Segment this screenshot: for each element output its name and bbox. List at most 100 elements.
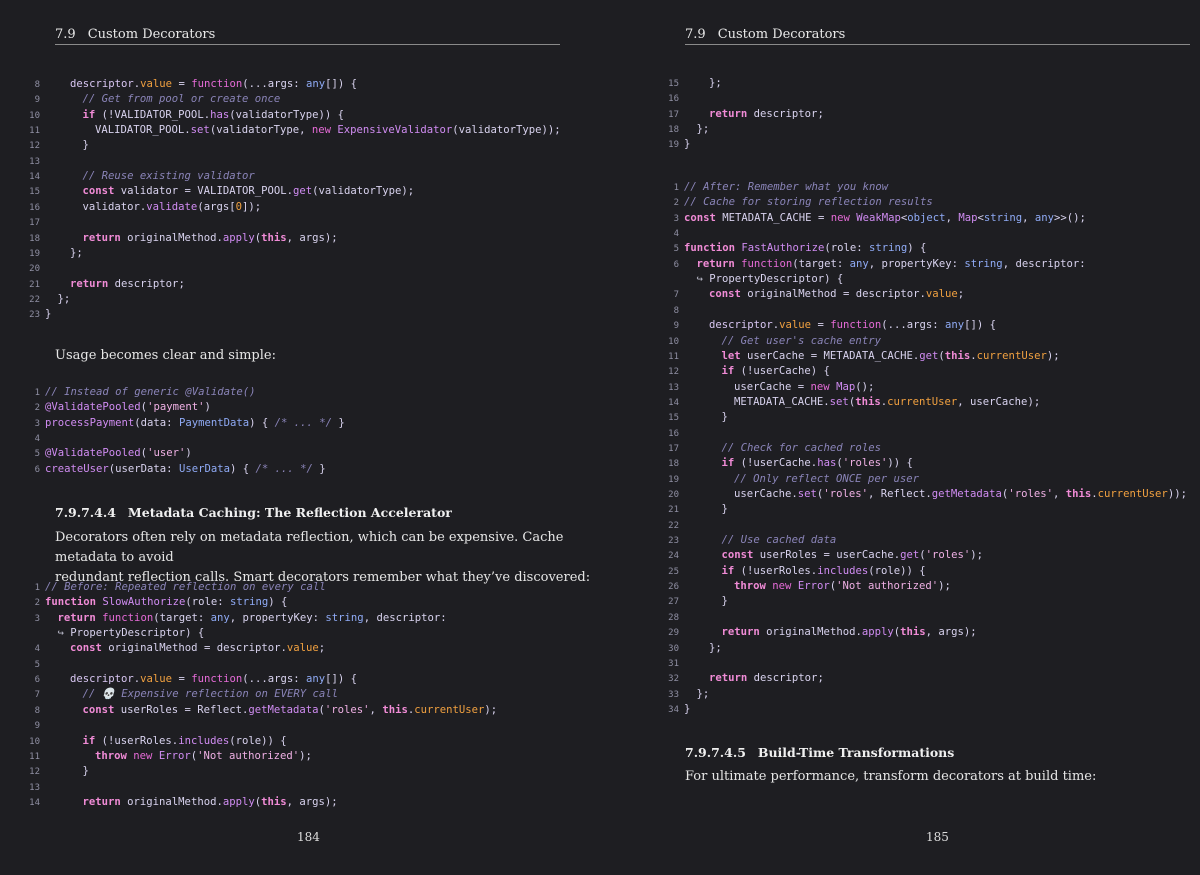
code-token: originalMethod = descriptor. [101, 642, 287, 655]
code-token: value [779, 319, 812, 332]
code-token: (userData: [108, 462, 179, 475]
code-text: // Only reflect ONCE per user [684, 473, 919, 485]
code-token: (role: [824, 242, 869, 255]
code-token: } [684, 702, 691, 715]
line-number: 17 [668, 109, 679, 120]
code-line: 15} [653, 410, 728, 425]
code-line: 5 [14, 657, 45, 672]
code-text: let userCache = METADATA_CACHE.get(this.… [684, 350, 1060, 362]
code-line: 12} [14, 764, 89, 779]
line-number: 4 [34, 434, 40, 445]
code-token: } [721, 411, 728, 424]
line-number: 20 [29, 264, 40, 275]
code-token: value [925, 288, 958, 301]
code-token: }; [709, 77, 722, 89]
code-line: 19} [653, 137, 690, 152]
code-token: processPayment [45, 416, 135, 429]
code-line: 4 [653, 226, 684, 241]
code-token: = [172, 78, 192, 90]
code-token: has [817, 457, 837, 470]
code-line: 6 descriptor.value = function(...args: an… [14, 672, 357, 687]
code-token: let [721, 349, 741, 362]
code-token: value [286, 642, 319, 655]
line-number: 13 [668, 382, 679, 393]
section-title: Custom Decorators [87, 27, 216, 42]
code-token: userRoles = userCache. [753, 549, 901, 562]
code-token: 'payment' [147, 401, 205, 414]
code-token: return [82, 795, 121, 808]
code-line: 8 descriptor.value = function(...args: an… [14, 77, 357, 92]
code-token: ); [970, 549, 984, 562]
code-token: } [45, 308, 52, 321]
line-number: 14 [668, 397, 679, 408]
code-token: ; [957, 288, 965, 301]
code-token: new [311, 124, 332, 137]
code-text: if (!VALIDATOR_POOL.has(validatorType)) … [45, 108, 345, 121]
code-token: ); [1046, 349, 1060, 362]
code-token: this [261, 231, 287, 244]
code-text: if (!userCache) { [684, 365, 830, 377]
line-number: 22 [29, 294, 40, 305]
code-line: 31 [653, 656, 684, 671]
code-line: 2 // Cache for storing reflection results [653, 195, 933, 210]
code-token: if [82, 108, 96, 121]
code-text: if (!userCache.has('roles')) { [684, 457, 913, 469]
code-token: currentUser [887, 395, 958, 408]
code-token: function [191, 78, 243, 90]
line-number: 12 [29, 767, 40, 778]
code-token: , args); [286, 795, 338, 808]
code-token: SlowAuthorize [102, 596, 186, 609]
code-text: // Before: Repeated reflection on every … [45, 581, 326, 593]
code-line: 12 if (!userCache) { [653, 364, 830, 379]
code-token: )); [1167, 488, 1187, 500]
code-token: apply [222, 231, 255, 244]
code-token: // Get user's cache entry [721, 334, 881, 347]
code-text: descriptor.value = function(...args: any… [45, 78, 357, 90]
section-title: Custom Decorators [717, 27, 846, 42]
line-number: 18 [29, 233, 40, 244]
code-token: any [306, 78, 326, 90]
line-number: 13 [29, 782, 40, 793]
code-text: // Reuse existing validator [45, 170, 255, 182]
code-token: this [900, 626, 926, 639]
code-token: getMetadata [931, 488, 1002, 500]
code-token: } [332, 416, 345, 429]
line-number: 4 [34, 644, 40, 655]
line-number: 2 [34, 598, 40, 609]
code-text: return originalMethod.apply(this, args); [45, 232, 338, 244]
code-text: function FastAuthorize(role: string) { [684, 242, 926, 254]
code-token: (validatorType, [209, 124, 312, 137]
code-token: descriptor; [747, 672, 824, 685]
code-token: this [1065, 488, 1092, 500]
code-token: , descriptor: [1002, 257, 1086, 270]
code-token: // After: Remember what you know [684, 181, 889, 193]
code-token: } [721, 595, 728, 608]
code-line: 17 // Check for cached roles [653, 441, 881, 456]
code-token: }; [57, 292, 71, 305]
code-line: 18}; [653, 122, 709, 137]
code-token: , [1022, 211, 1035, 224]
line-number: 31 [668, 658, 679, 669]
line-number: 21 [668, 505, 679, 516]
code-text: return function(target: any, propertyKey… [684, 258, 1086, 270]
code-text: ↪ PropertyDescriptor) { [45, 627, 205, 640]
code-token: ) { [907, 242, 927, 255]
code-text: userCache = new Map(); [684, 381, 874, 393]
code-line: 20 [14, 261, 45, 276]
code-token: } [82, 139, 89, 152]
code-token: return [709, 107, 748, 120]
code-line: 19}; [14, 246, 83, 261]
code-token: = [811, 319, 831, 332]
code-token: if [82, 734, 96, 747]
code-token: 'Not authorized' [197, 749, 300, 762]
code-token: get [900, 549, 920, 562]
code-token: } [684, 138, 691, 151]
code-token: set [190, 124, 210, 137]
line-number: 19 [668, 140, 679, 151]
code-token: PropertyDescriptor) { [70, 627, 205, 640]
code-token: (args[ [197, 200, 236, 213]
code-token: function [45, 596, 97, 609]
code-text: } [45, 308, 51, 320]
code-text: if (!userRoles.includes(role)) { [684, 565, 926, 577]
code-token: includes [178, 734, 230, 747]
